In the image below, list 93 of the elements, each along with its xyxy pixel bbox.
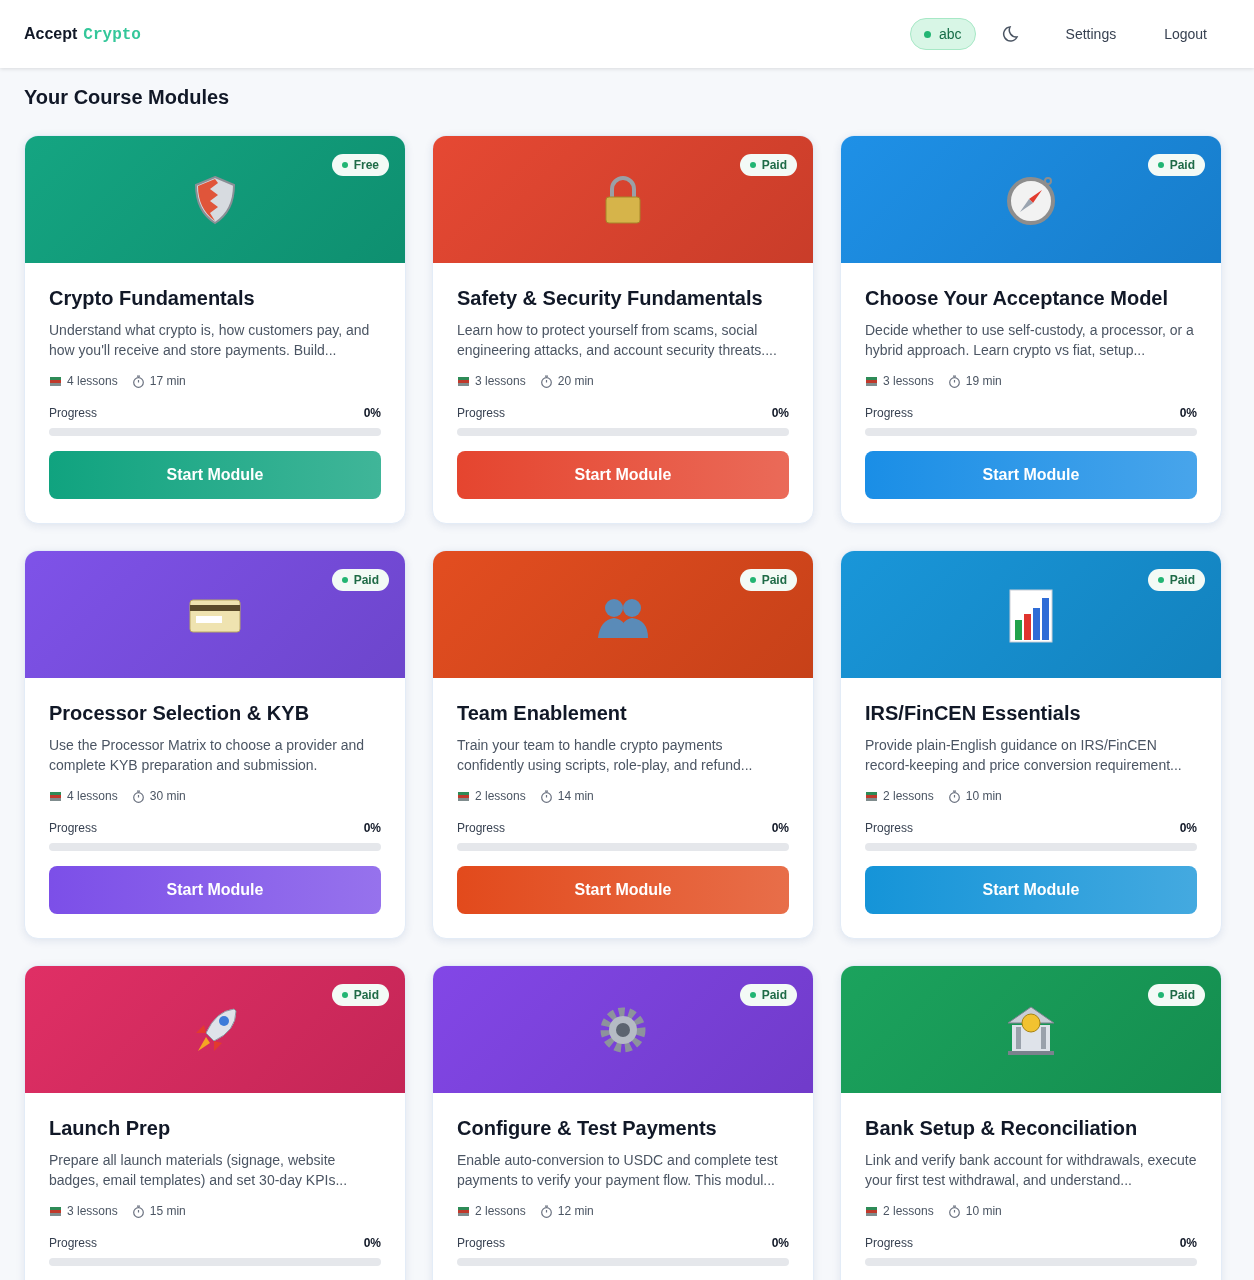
access-badge: Paid xyxy=(331,984,389,1006)
brand-name-accent: Crypto xyxy=(83,25,141,44)
books-icon xyxy=(49,789,62,803)
progress-value: 0% xyxy=(1179,1236,1197,1250)
progress-value: 0% xyxy=(1179,821,1197,835)
lesson-count: 4 lessons xyxy=(67,789,118,803)
progress-value: 0% xyxy=(363,406,381,420)
duration: 20 min xyxy=(557,374,594,388)
access-badge: Paid xyxy=(331,569,389,591)
progress-value: 0% xyxy=(771,406,789,420)
lesson-count: 3 lessons xyxy=(883,374,934,388)
lesson-count: 3 lessons xyxy=(67,1204,118,1218)
stopwatch-icon xyxy=(131,1204,145,1218)
progress-value: 0% xyxy=(363,821,381,835)
nav-link[interactable]: Settings xyxy=(1065,26,1117,42)
module-title: Safety & Security Fundamentals xyxy=(457,287,764,310)
module-title: Choose Your Acceptance Model xyxy=(865,287,1170,310)
progress-value: 0% xyxy=(771,821,789,835)
books-icon xyxy=(865,374,878,388)
books-icon xyxy=(49,1204,62,1218)
start-module-button[interactable]: Start Module xyxy=(457,866,789,914)
brand-name: Accept xyxy=(24,24,78,43)
module-description: Prepare all launch materials (signage, website badges, email templates) and set 30-day KPIs... xyxy=(49,1151,349,1190)
module-title: Bank Setup & Reconciliation xyxy=(865,1117,1139,1140)
stopwatch-icon xyxy=(947,374,961,388)
page-title: Your Course Modules xyxy=(24,86,231,109)
module-title: Team Enablement xyxy=(457,702,628,725)
duration: 17 min xyxy=(149,374,186,388)
module-title: Launch Prep xyxy=(49,1117,172,1140)
books-icon xyxy=(457,374,470,388)
books-icon xyxy=(865,789,878,803)
module-title: Processor Selection & KYB xyxy=(49,702,311,725)
progress-label: Progress xyxy=(865,406,914,420)
lesson-count: 2 lessons xyxy=(475,789,526,803)
progress-value: 0% xyxy=(1179,406,1197,420)
books-icon xyxy=(865,1204,878,1218)
duration: 10 min xyxy=(965,1204,1002,1218)
lesson-count: 4 lessons xyxy=(67,374,118,388)
books-icon xyxy=(49,374,62,388)
module-description: Use the Processor Matrix to choose a provider and complete KYB preparation and submission. xyxy=(49,736,366,775)
duration: 15 min xyxy=(149,1204,186,1218)
start-module-button[interactable]: Start Module xyxy=(49,451,381,499)
start-module-button[interactable]: Start Module xyxy=(457,451,789,499)
start-module-button[interactable]: Start Module xyxy=(49,866,381,914)
stopwatch-icon xyxy=(131,789,145,803)
duration: 14 min xyxy=(557,789,594,803)
module-title: Crypto Fundamentals xyxy=(49,287,256,310)
progress-label: Progress xyxy=(457,406,506,420)
stopwatch-icon xyxy=(539,1204,553,1218)
module-description: Learn how to protect yourself from scams, social engineering attacks, and account security threats.... xyxy=(457,321,778,360)
progress-value: 0% xyxy=(771,1236,789,1250)
module-description: Provide plain-English guidance on IRS/FinCEN record-keeping and price conversion requirement... xyxy=(865,736,1183,775)
stopwatch-icon xyxy=(539,789,553,803)
user-badge[interactable]: abc xyxy=(910,18,976,50)
lesson-count: 3 lessons xyxy=(475,374,526,388)
progress-label: Progress xyxy=(49,821,98,835)
progress-label: Progress xyxy=(457,1236,506,1250)
progress-value: 0% xyxy=(363,1236,381,1250)
module-description: Train your team to handle crypto payments confidently using scripts, role-play, and refund... xyxy=(457,736,754,775)
module-description: Link and verify bank account for withdrawals, execute your first test withdrawal, and understand... xyxy=(865,1151,1197,1190)
access-badge: Paid xyxy=(739,984,797,1006)
duration: 12 min xyxy=(557,1204,594,1218)
progress-label: Progress xyxy=(49,406,98,420)
lesson-count: 2 lessons xyxy=(883,789,934,803)
start-module-button[interactable]: Start Module xyxy=(865,866,1197,914)
duration: 10 min xyxy=(965,789,1002,803)
access-badge: Paid xyxy=(1147,154,1205,176)
access-badge: Paid xyxy=(1147,984,1205,1006)
access-badge: Paid xyxy=(1147,569,1205,591)
stopwatch-icon xyxy=(539,374,553,388)
progress-label: Progress xyxy=(865,1236,914,1250)
start-module-button[interactable]: Start Module xyxy=(865,451,1197,499)
progress-label: Progress xyxy=(865,821,914,835)
duration: 30 min xyxy=(149,789,186,803)
module-description: Understand what crypto is, how customers pay, and how you'll receive and store payments. Build... xyxy=(49,321,371,360)
access-badge: Paid xyxy=(739,154,797,176)
lesson-count: 2 lessons xyxy=(475,1204,526,1218)
module-description: Enable auto-conversion to USDC and complete test payments to verify your payment flow. This modul... xyxy=(457,1151,779,1190)
books-icon xyxy=(457,1204,470,1218)
nav-link[interactable]: Logout xyxy=(1164,26,1207,42)
progress-label: Progress xyxy=(457,821,506,835)
progress-label: Progress xyxy=(49,1236,98,1250)
module-description: Decide whether to use self-custody, a processor, or a hybrid approach. Learn crypto vs fiat, setup... xyxy=(865,321,1195,360)
access-badge: Paid xyxy=(739,569,797,591)
access-badge: Free xyxy=(331,154,389,176)
module-title: Configure & Test Payments xyxy=(457,1117,718,1140)
stopwatch-icon xyxy=(131,374,145,388)
lesson-count: 2 lessons xyxy=(883,1204,934,1218)
stopwatch-icon xyxy=(947,1204,961,1218)
stopwatch-icon xyxy=(947,789,961,803)
duration: 19 min xyxy=(965,374,1002,388)
module-title: IRS/FinCEN Essentials xyxy=(865,702,1082,725)
books-icon xyxy=(457,789,470,803)
